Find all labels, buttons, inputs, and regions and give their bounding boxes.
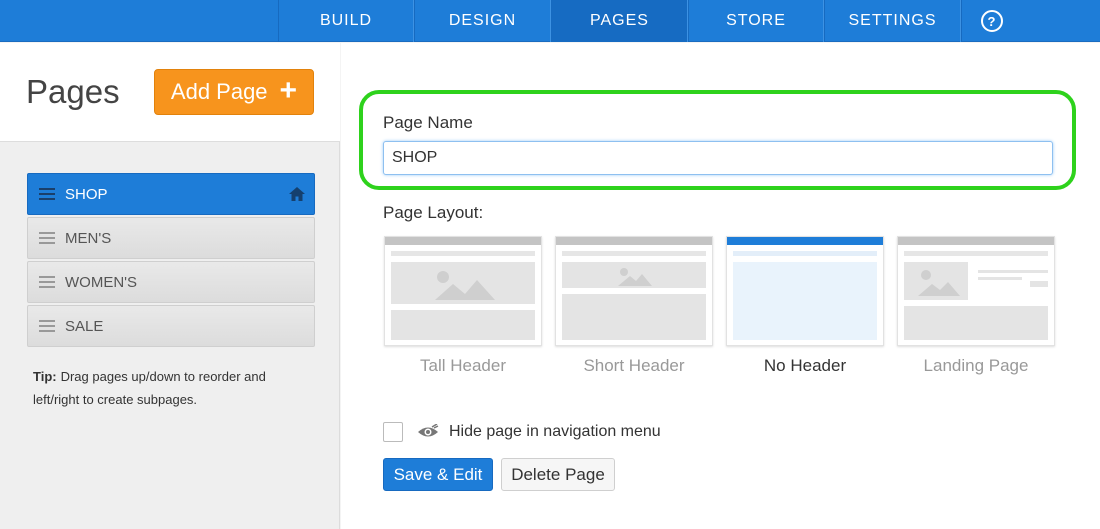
- layout-content-block: [733, 262, 877, 340]
- layout-no-header[interactable]: [726, 236, 884, 346]
- help-icon[interactable]: ?: [980, 10, 1003, 32]
- main-nav: BUILD DESIGN PAGES STORE SETTINGS ?: [278, 0, 1021, 42]
- sidebar-title: Pages: [26, 73, 120, 110]
- layout-text-line: [978, 270, 1048, 273]
- drag-handle-icon[interactable]: [39, 232, 55, 244]
- layout-caption-short-header[interactable]: Short Header: [555, 356, 713, 376]
- add-page-button[interactable]: Add Page +: [154, 69, 314, 115]
- nav-help[interactable]: ?: [961, 0, 1021, 42]
- layout-content-block: [391, 310, 535, 340]
- layout-content-block: [562, 294, 706, 340]
- add-page-label: Add Page: [170, 79, 268, 104]
- layout-topbar: [385, 237, 541, 245]
- tip-label: Tip:: [33, 369, 57, 384]
- home-icon: [289, 187, 305, 201]
- layout-topbar: [727, 237, 883, 245]
- page-name-label: Page Name: [383, 113, 473, 132]
- page-item-sale[interactable]: SALE: [27, 305, 315, 347]
- plus-icon: +: [279, 73, 298, 107]
- layout-image-block: [904, 262, 968, 300]
- page-item-womens[interactable]: WOMEN'S: [27, 261, 315, 303]
- nav-pages[interactable]: PAGES: [551, 0, 688, 42]
- image-placeholder-icon: [435, 271, 495, 300]
- save-edit-button[interactable]: Save & Edit: [383, 458, 493, 491]
- layout-nav-strip: [391, 251, 535, 256]
- layout-nav-strip: [733, 251, 877, 256]
- image-placeholder-icon: [918, 270, 960, 296]
- pages-sidebar: Pages Add Page + SHOP MEN'S WOMEN'S SALE…: [0, 43, 340, 529]
- page-name-input[interactable]: [383, 141, 1053, 175]
- layout-nav-strip: [562, 251, 706, 256]
- hide-in-nav-checkbox[interactable]: [383, 422, 403, 442]
- layout-header-block: [562, 262, 706, 288]
- hide-in-nav-row: Hide page in navigation menu: [383, 421, 661, 443]
- page-item-label: SALE: [65, 317, 104, 335]
- layout-text-line: [978, 277, 1022, 280]
- nav-design[interactable]: DESIGN: [414, 0, 551, 42]
- layout-topbar: [898, 237, 1054, 245]
- page-list: SHOP MEN'S WOMEN'S SALE: [27, 173, 315, 349]
- tip-text: Tip: Drag pages up/down to reorder and le…: [33, 365, 303, 411]
- eye-hidden-icon: [418, 424, 439, 437]
- page-name-highlight: [359, 90, 1076, 190]
- page-settings-panel: Page Name Page Layout:: [341, 43, 1100, 529]
- nav-settings[interactable]: SETTINGS: [824, 0, 961, 42]
- top-nav-bar: BUILD DESIGN PAGES STORE SETTINGS ?: [0, 0, 1100, 42]
- page-layout-label: Page Layout:: [383, 203, 484, 222]
- layout-caption-no-header[interactable]: No Header: [726, 356, 884, 376]
- nav-build[interactable]: BUILD: [278, 0, 414, 42]
- page-item-label: WOMEN'S: [65, 273, 138, 291]
- layout-short-header[interactable]: [555, 236, 713, 346]
- layout-tall-header[interactable]: [384, 236, 542, 346]
- page-item-label: SHOP: [65, 185, 108, 203]
- layout-content-block: [904, 306, 1048, 340]
- image-placeholder-icon: [618, 268, 652, 286]
- layout-landing-page[interactable]: [897, 236, 1055, 346]
- layout-nav-strip: [904, 251, 1048, 256]
- delete-page-button[interactable]: Delete Page: [501, 458, 615, 491]
- sidebar-header: Pages Add Page +: [0, 43, 340, 142]
- layout-topbar: [556, 237, 712, 245]
- layout-button-block: [1030, 281, 1048, 287]
- layout-header-block: [391, 262, 535, 304]
- page-item-label: MEN'S: [65, 229, 112, 247]
- drag-handle-icon[interactable]: [39, 188, 55, 200]
- page-item-mens[interactable]: MEN'S: [27, 217, 315, 259]
- layout-caption-landing-page[interactable]: Landing Page: [897, 356, 1055, 376]
- tip-body: Drag pages up/down to reorder and left/r…: [33, 369, 266, 407]
- drag-handle-icon[interactable]: [39, 320, 55, 332]
- layout-caption-tall-header[interactable]: Tall Header: [384, 356, 542, 376]
- page-item-shop[interactable]: SHOP: [27, 173, 315, 215]
- nav-store[interactable]: STORE: [688, 0, 824, 42]
- hide-in-nav-label: Hide page in navigation menu: [449, 423, 661, 440]
- drag-handle-icon[interactable]: [39, 276, 55, 288]
